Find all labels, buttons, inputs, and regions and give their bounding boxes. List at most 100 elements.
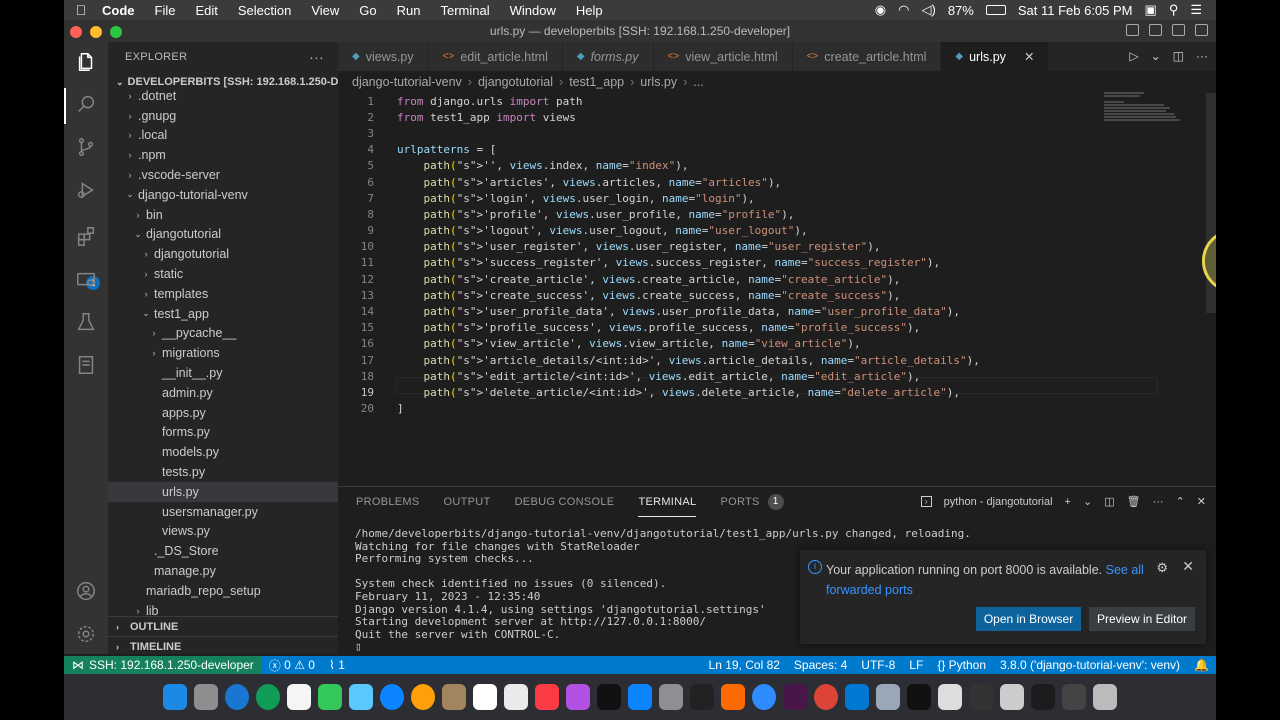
language-mode[interactable]: {} Python (930, 658, 993, 672)
editor-tab[interactable]: ◆ views.py (338, 42, 429, 71)
tree-item[interactable]: › bin (108, 205, 338, 225)
menu-selection[interactable]: Selection (228, 3, 301, 18)
code-line[interactable]: 18 path("s">'edit_article/<int:id>', vie… (338, 368, 1216, 384)
maximize-window-button[interactable] (110, 26, 122, 38)
breadcrumb-item[interactable]: djangotutorial (478, 75, 553, 89)
tree-item[interactable]: › .dotnet (108, 86, 338, 106)
chrome-icon[interactable] (814, 684, 838, 710)
account-icon[interactable] (74, 579, 98, 603)
control-center-icon[interactable]: ▣ (1145, 2, 1157, 18)
screen-recorder-icon[interactable] (907, 684, 931, 710)
tree-item[interactable]: › .local (108, 126, 338, 146)
code-line[interactable]: 4 urlpatterns = [ (338, 142, 1216, 158)
tab-output[interactable]: OUTPUT (444, 487, 491, 517)
code-line[interactable]: 19 path("s">'delete_article/<int:id>', v… (338, 384, 1216, 400)
tree-item[interactable]: ⌄ djangotutorial (108, 225, 338, 245)
toggle-panel-icon[interactable] (1149, 24, 1162, 36)
skype-icon[interactable] (752, 684, 776, 710)
tree-item[interactable]: › djangotutorial (108, 244, 338, 264)
tab-ports[interactable]: PORTS 1 (720, 487, 784, 517)
chevron-down-icon[interactable]: ⌄ (1151, 49, 1161, 63)
notification-center-icon[interactable]: ☰ (1190, 2, 1202, 18)
documents-folder-icon[interactable] (1000, 684, 1024, 710)
app-icon[interactable] (969, 684, 993, 710)
chevron-down-icon[interactable]: ⌄ (1083, 495, 1092, 508)
more-actions-icon[interactable]: ··· (1153, 496, 1164, 508)
code-line[interactable]: 6 path("s">'articles', views.articles, n… (338, 174, 1216, 190)
indentation[interactable]: Spaces: 4 (787, 658, 854, 672)
preview-in-editor-button[interactable]: Preview in Editor (1089, 607, 1195, 631)
explorer-icon[interactable] (74, 50, 98, 74)
music-icon[interactable] (535, 684, 559, 710)
menu-help[interactable]: Help (566, 3, 613, 18)
reminders-icon[interactable] (504, 684, 528, 710)
tab-problems[interactable]: PROBLEMS (356, 487, 420, 517)
tree-item[interactable]: views.py (108, 522, 338, 542)
apple-logo-icon[interactable]:  (64, 2, 98, 18)
postman-icon[interactable] (721, 684, 745, 710)
split-terminal-icon[interactable]: ◫ (1104, 495, 1114, 508)
editor-tab[interactable]: <> edit_article.html (428, 42, 563, 71)
menu-app-name[interactable]: Code (98, 3, 145, 18)
search-icon[interactable] (74, 92, 98, 116)
more-actions-icon[interactable]: ··· (1196, 49, 1208, 63)
code-line[interactable]: 1 from django.urls import path (338, 93, 1216, 109)
terminal-name[interactable]: python - djangotutorial (944, 496, 1053, 508)
kill-terminal-icon[interactable]: 🗑 (1127, 495, 1141, 508)
ports-status[interactable]: ⌇ 1 (322, 658, 352, 672)
code-line[interactable]: 11 path("s">'success_register', views.su… (338, 255, 1216, 271)
breadcrumb-item[interactable]: ... (693, 75, 703, 89)
podcasts-icon[interactable] (566, 684, 590, 710)
tree-item[interactable]: › migrations (108, 343, 338, 363)
code-line[interactable]: 3 (338, 125, 1216, 141)
calendar-icon[interactable] (473, 684, 497, 710)
menu-window[interactable]: Window (500, 3, 566, 18)
tab-terminal[interactable]: TERMINAL (638, 487, 697, 517)
apple-tv-icon[interactable] (597, 684, 621, 710)
slack-icon[interactable] (783, 684, 807, 710)
code-line[interactable]: 2 from test1_app import views (338, 109, 1216, 125)
menu-view[interactable]: View (301, 3, 349, 18)
manage-gear-icon[interactable] (74, 622, 98, 646)
forwarded-ports-link[interactable]: forwarded ports (826, 583, 913, 597)
facetime-icon[interactable] (318, 684, 342, 710)
system-preferences-icon[interactable] (659, 684, 683, 710)
code-line[interactable]: 16 path("s">'view_article', views.view_a… (338, 336, 1216, 352)
encoding[interactable]: UTF-8 (854, 658, 902, 672)
breadcrumb-item[interactable]: urls.py (640, 75, 677, 89)
testing-icon[interactable] (74, 310, 98, 334)
cursor-position[interactable]: Ln 19, Col 82 (702, 658, 787, 672)
app-store-icon[interactable] (628, 684, 652, 710)
menu-file[interactable]: File (145, 3, 186, 18)
toggle-sidebar-icon[interactable] (1126, 24, 1139, 36)
minimize-window-button[interactable] (90, 26, 102, 38)
code-line[interactable]: 10 path("s">'user_register', views.user_… (338, 239, 1216, 255)
tree-item[interactable]: __init__.py (108, 363, 338, 383)
remote-indicator[interactable]: ⋈ SSH: 192.168.1.250-developer (64, 656, 262, 674)
preview-icon[interactable] (349, 684, 373, 710)
trash-icon[interactable] (1093, 684, 1117, 710)
menu-run[interactable]: Run (387, 3, 431, 18)
search-icon[interactable]: ⚲ (1169, 2, 1179, 18)
notes-icon[interactable] (287, 684, 311, 710)
breadcrumb-item[interactable]: django-tutorial-venv (352, 75, 462, 89)
close-icon[interactable]: ✕ (1182, 558, 1194, 575)
code-line[interactable]: 7 path("s">'login', views.user_login, na… (338, 190, 1216, 206)
menu-go[interactable]: Go (349, 3, 386, 18)
notifications-bell-icon[interactable]: 🔔 (1187, 658, 1216, 672)
extensions-icon[interactable] (74, 224, 98, 248)
wifi-icon[interactable]: ◠ (898, 2, 909, 18)
python-interpreter[interactable]: 3.8.0 ('django-tutorial-venv': venv) (993, 658, 1187, 672)
code-area[interactable]: 1 from django.urls import path 2 from test1… (338, 93, 1216, 417)
tree-item[interactable]: mariadb_repo_setup (108, 581, 338, 601)
photos-icon[interactable] (411, 684, 435, 710)
more-actions-icon[interactable]: ··· (309, 49, 324, 65)
problems-status[interactable]: ⓧ 0 ⚠ 0 (262, 657, 322, 674)
tree-item[interactable]: apps.py (108, 403, 338, 423)
minimap[interactable] (1104, 92, 1180, 128)
code-line[interactable]: 8 path("s">'profile', views.user_profile… (338, 206, 1216, 222)
source-control-icon[interactable] (74, 135, 98, 159)
tree-item[interactable]: › .gnupg (108, 106, 338, 126)
maximize-panel-icon[interactable]: ⌃ (1176, 495, 1185, 508)
code-line[interactable]: 15 path("s">'profile_success', views.pro… (338, 320, 1216, 336)
